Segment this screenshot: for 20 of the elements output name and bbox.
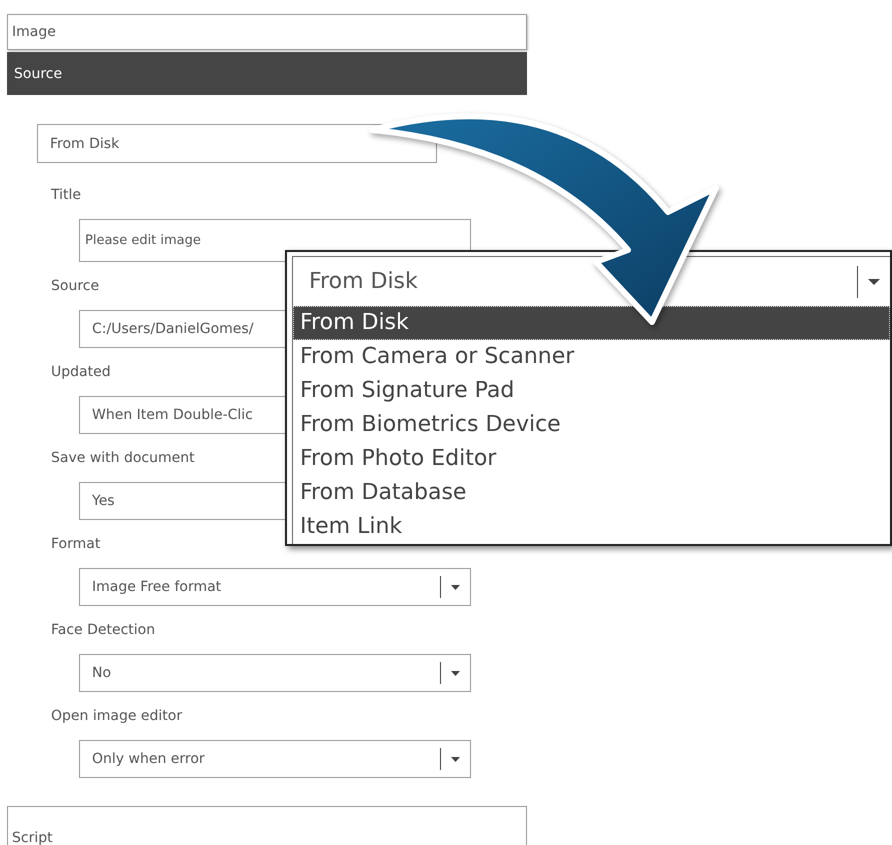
field-label: Save with document <box>51 449 195 467</box>
field-label: Open image editor <box>51 707 182 725</box>
field-label: Updated <box>51 363 111 381</box>
section-bar: Source <box>7 52 527 95</box>
field-label: Source <box>51 277 100 295</box>
select-field[interactable]: Only when error <box>79 740 471 778</box>
panel-header[interactable]: Image <box>7 14 527 50</box>
source-select[interactable]: From Disk <box>37 124 437 163</box>
field-label: Format <box>51 535 100 553</box>
caret-icon <box>868 278 880 284</box>
select-field[interactable]: Image Free format <box>79 568 471 606</box>
script-header[interactable]: Script <box>7 806 527 845</box>
field-label: Face Detection <box>51 621 156 639</box>
dropdown-option[interactable]: From Disk <box>293 306 890 340</box>
dropdown-option[interactable]: From Photo Editor <box>293 442 890 476</box>
caret-icon <box>451 584 460 590</box>
caret-icon <box>451 670 460 676</box>
field-label: Title <box>51 186 82 204</box>
select-field[interactable]: No <box>79 654 471 692</box>
caret-icon <box>451 756 460 762</box>
